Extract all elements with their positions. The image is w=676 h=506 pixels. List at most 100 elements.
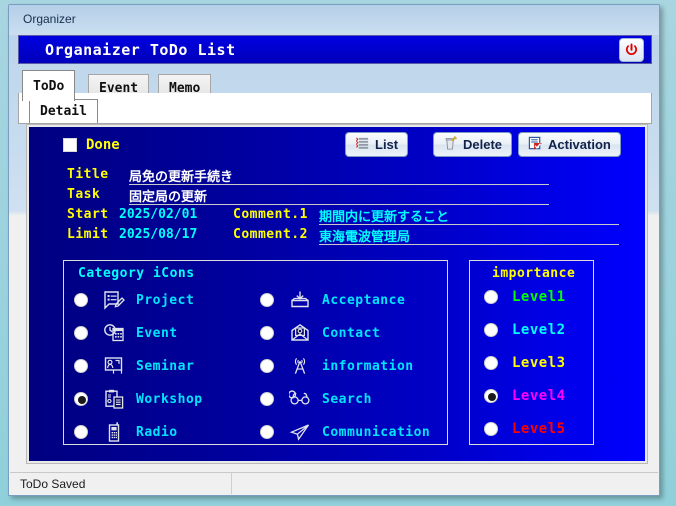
- category-radio-workshop[interactable]: [74, 392, 88, 406]
- importance-item-level3[interactable]: Level3: [484, 355, 566, 371]
- importance-item-level4[interactable]: Level4: [484, 388, 566, 404]
- category-label-project: Project: [136, 292, 195, 308]
- category-radio-information[interactable]: [260, 359, 274, 373]
- importance-label-level3: Level3: [512, 355, 566, 371]
- trash-icon: [443, 135, 458, 154]
- limit-label: Limit: [67, 227, 109, 242]
- detail-panel: Done List Delete Activation Title 局免の更新手…: [26, 124, 648, 464]
- tab-todo-label: ToDo: [33, 78, 65, 94]
- app-root: Organizer Organaizer ToDo List ToDo Even…: [0, 0, 676, 506]
- tab-detail[interactable]: Detail: [29, 99, 98, 123]
- limit-value[interactable]: 2025/08/17: [119, 227, 197, 242]
- category-item-acceptance[interactable]: Acceptance: [260, 289, 405, 311]
- category-label-workshop: Workshop: [136, 391, 203, 407]
- tab-todo[interactable]: ToDo: [22, 70, 76, 101]
- power-icon: [624, 43, 639, 58]
- comment2-underline: [319, 244, 619, 245]
- importance-radio-level1[interactable]: [484, 290, 498, 304]
- status-bar: ToDo Saved: [10, 472, 658, 494]
- clipboard-icon: [102, 388, 126, 410]
- check-document-icon: [528, 136, 543, 154]
- category-radio-communication[interactable]: [260, 425, 274, 439]
- category-item-seminar[interactable]: Seminar: [74, 355, 194, 377]
- antenna-icon: [288, 355, 312, 377]
- list-icon: [355, 136, 370, 154]
- importance-radio-level2[interactable]: [484, 323, 498, 337]
- category-radio-radio[interactable]: [74, 425, 88, 439]
- category-item-project[interactable]: Project: [74, 289, 194, 311]
- done-checkbox[interactable]: Done: [63, 137, 120, 153]
- importance-item-level5[interactable]: Level5: [484, 421, 566, 437]
- importance-label-level5: Level5: [512, 421, 566, 437]
- comment2-label: Comment.2: [233, 227, 308, 242]
- start-value[interactable]: 2025/02/01: [119, 207, 197, 222]
- category-item-contact[interactable]: Contact: [260, 322, 380, 344]
- window-frame: Organizer Organaizer ToDo List ToDo Even…: [8, 4, 660, 496]
- importance-radio-level3[interactable]: [484, 356, 498, 370]
- paper-plane-icon: [288, 421, 312, 443]
- tab-detail-label: Detail: [40, 104, 87, 119]
- task-label: Task: [67, 187, 101, 202]
- form-row-task: Task 固定局の更新: [29, 185, 645, 205]
- importance-label-level2: Level2: [512, 322, 566, 338]
- importance-item-level1[interactable]: Level1: [484, 289, 566, 305]
- window-titlebar: Organizer: [9, 5, 659, 35]
- importance-item-level2[interactable]: Level2: [484, 322, 566, 338]
- whiteboard-icon: [102, 355, 126, 377]
- importance-groupbox: importance Level1 Level2 Level3 Level4 L…: [469, 260, 594, 445]
- list-button[interactable]: List: [345, 132, 409, 157]
- category-label-event: Event: [136, 325, 178, 341]
- status-message: ToDo Saved: [10, 473, 232, 494]
- category-radio-seminar[interactable]: [74, 359, 88, 373]
- activation-button-label: Activation: [548, 137, 611, 152]
- comment2-value[interactable]: 東海電波管理局: [319, 226, 410, 245]
- form-row-title: Title 局免の更新手続き: [29, 165, 645, 185]
- power-button[interactable]: [619, 38, 644, 62]
- handheld-radio-icon: [102, 421, 126, 443]
- importance-radio-level5[interactable]: [484, 422, 498, 436]
- task-value[interactable]: 固定局の更新: [129, 186, 207, 205]
- done-checkbox-box: [63, 138, 77, 152]
- category-radio-project[interactable]: [74, 293, 88, 307]
- done-checkbox-label: Done: [86, 137, 120, 153]
- title-value[interactable]: 局免の更新手続き: [129, 166, 233, 185]
- inbox-tray-icon: [288, 289, 312, 311]
- comment1-value[interactable]: 期間内に更新すること: [319, 206, 449, 225]
- category-label-communication: Communication: [322, 424, 431, 440]
- list-button-label: List: [375, 137, 399, 152]
- form-row-limit: Limit 2025/08/17 Comment.2 東海電波管理局: [29, 225, 645, 245]
- category-radio-acceptance[interactable]: [260, 293, 274, 307]
- window-title: Organizer: [23, 12, 76, 26]
- category-label-seminar: Seminar: [136, 358, 195, 374]
- importance-radio-level4[interactable]: [484, 389, 498, 403]
- clock-calendar-icon: [102, 322, 126, 344]
- importance-label-level1: Level1: [512, 289, 566, 305]
- delete-button-label: Delete: [463, 137, 503, 152]
- category-item-event[interactable]: Event: [74, 322, 178, 344]
- start-label: Start: [67, 207, 109, 222]
- document-pencil-icon: [102, 289, 126, 311]
- open-envelope-icon: [288, 322, 312, 344]
- comment1-label: Comment.1: [233, 207, 308, 222]
- subtab-strip: Detail: [18, 98, 652, 124]
- category-item-radio[interactable]: Radio: [74, 421, 178, 443]
- category-groupbox: Category iCons Project Event Seminar Wor…: [63, 260, 448, 445]
- app-header-title: Organaizer ToDo List: [45, 41, 236, 59]
- category-label-information: information: [322, 358, 414, 374]
- app-header: Organaizer ToDo List: [18, 35, 652, 64]
- category-item-information[interactable]: information: [260, 355, 414, 377]
- category-label-radio: Radio: [136, 424, 178, 440]
- category-label-contact: Contact: [322, 325, 381, 341]
- form-row-start: Start 2025/02/01 Comment.1 期間内に更新すること: [29, 205, 645, 225]
- category-item-communication[interactable]: Communication: [260, 421, 430, 443]
- category-item-search[interactable]: Search: [260, 388, 372, 410]
- activation-button[interactable]: Activation: [518, 132, 621, 157]
- category-radio-contact[interactable]: [260, 326, 274, 340]
- category-label-acceptance: Acceptance: [322, 292, 406, 308]
- category-label-search: Search: [322, 391, 372, 407]
- category-radio-search[interactable]: [260, 392, 274, 406]
- category-item-workshop[interactable]: Workshop: [74, 388, 203, 410]
- binoculars-icon: [288, 388, 312, 410]
- category-radio-event[interactable]: [74, 326, 88, 340]
- delete-button[interactable]: Delete: [433, 132, 513, 157]
